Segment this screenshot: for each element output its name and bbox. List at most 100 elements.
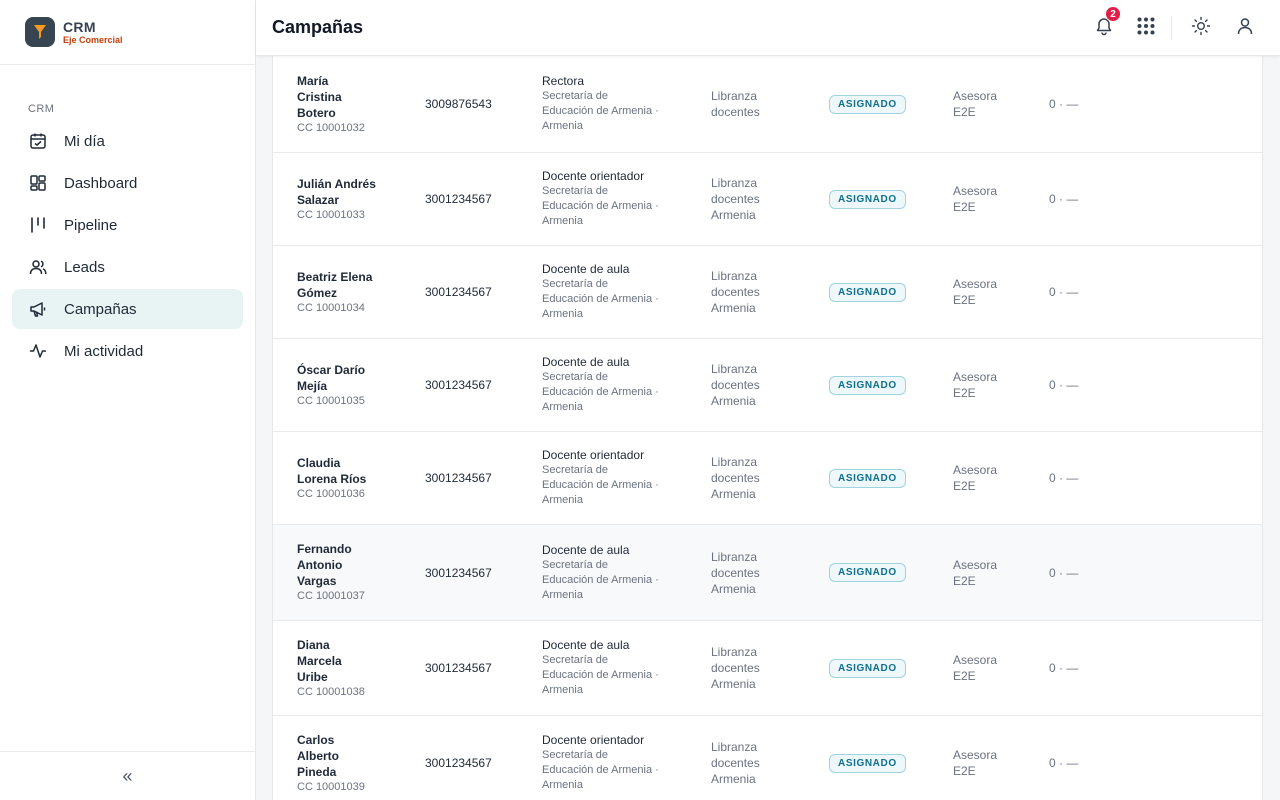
advisor-cell: Asesora E2E bbox=[953, 246, 1023, 338]
table-row[interactable]: Beatriz Elena Gómez CC 10001034 30012345… bbox=[273, 246, 1262, 339]
brand[interactable]: CRM Eje Comercial bbox=[0, 0, 255, 65]
table-row[interactable]: Óscar Darío Mejía CC 10001035 3001234567… bbox=[273, 339, 1262, 432]
lead-name-cell: Beatriz Elena Gómez CC 10001034 bbox=[297, 246, 397, 338]
activity-count-cell: 0 · — bbox=[1049, 621, 1109, 715]
activity-count-cell: 0 · — bbox=[1049, 525, 1109, 620]
organization-line: Armenia bbox=[542, 120, 583, 132]
user-icon bbox=[1235, 16, 1255, 41]
phone-number: 3001234567 bbox=[425, 285, 492, 299]
notifications-button[interactable]: 2 bbox=[1090, 6, 1121, 42]
organization-line: Educación de Armenia · bbox=[542, 293, 659, 305]
campaign-line: Libranza bbox=[711, 176, 758, 190]
calendar-check-icon bbox=[28, 131, 48, 151]
lead-id: CC 10001036 bbox=[297, 487, 365, 500]
lead-name-line: Beatriz Elena bbox=[297, 269, 373, 284]
sidebar-item-label: Mi actividad bbox=[64, 342, 144, 360]
advisor-cell: Asesora E2E bbox=[953, 56, 1023, 152]
role-title: Docente de aula bbox=[542, 262, 630, 276]
role-title: Docente orientador bbox=[542, 169, 645, 183]
role-cell: Docente de aula Secretaría de Educación … bbox=[542, 621, 682, 715]
lead-id: CC 10001035 bbox=[297, 394, 365, 407]
table-row[interactable]: Diana Marcela Uribe CC 10001038 30012345… bbox=[273, 621, 1262, 716]
lead-name-line: Salazar bbox=[297, 192, 340, 207]
activity-count: 0 · — bbox=[1049, 285, 1079, 299]
organization-line: Secretaría de bbox=[542, 185, 609, 197]
campaign-line: docentes bbox=[711, 192, 760, 206]
table-row[interactable]: Claudia Lorena Ríos CC 10001036 30012345… bbox=[273, 432, 1262, 525]
activity-count-cell: 0 · — bbox=[1049, 432, 1109, 524]
megaphone-icon bbox=[28, 299, 48, 319]
activity-count: 0 · — bbox=[1049, 192, 1079, 206]
user-menu-button[interactable] bbox=[1231, 14, 1259, 42]
activity-count-cell: 0 · — bbox=[1049, 153, 1109, 245]
advisor-line: E2E bbox=[953, 386, 976, 400]
theme-toggle-button[interactable] bbox=[1187, 14, 1215, 42]
campaign-line: Armenia bbox=[711, 394, 756, 408]
role-cell: Docente de aula Secretaría de Educación … bbox=[542, 246, 682, 338]
phone-cell: 3001234567 bbox=[425, 246, 525, 338]
organization-line: Secretaría de bbox=[542, 90, 609, 102]
role-title: Docente de aula bbox=[542, 638, 630, 652]
campaign-cell: Libranza docentes bbox=[711, 56, 801, 152]
role-cell: Docente de aula Secretaría de Educación … bbox=[542, 339, 682, 431]
role-title: Docente orientador bbox=[542, 733, 645, 747]
table-row[interactable]: Carlos Alberto Pineda CC 10001039 300123… bbox=[273, 716, 1262, 800]
advisor-line: Asesora bbox=[953, 277, 998, 291]
notification-badge: 2 bbox=[1105, 6, 1121, 22]
status-badge: ASIGNADO bbox=[829, 189, 906, 209]
sun-icon bbox=[1191, 16, 1211, 41]
table-row[interactable]: Julián Andrés Salazar CC 10001033 300123… bbox=[273, 153, 1262, 246]
activity-count: 0 · — bbox=[1049, 471, 1079, 485]
advisor-cell: Asesora E2E bbox=[953, 432, 1023, 524]
advisor-line: Asesora bbox=[953, 653, 998, 667]
organization-line: Armenia bbox=[542, 684, 583, 696]
sidebar-item-label: Mi día bbox=[64, 132, 105, 150]
status-badge: ASIGNADO bbox=[829, 94, 906, 114]
table-row[interactable]: Fernando Antonio Vargas CC 10001037 3001… bbox=[273, 525, 1262, 621]
advisor-line: E2E bbox=[953, 293, 976, 307]
campaign-line: docentes bbox=[711, 565, 760, 580]
phone-cell: 3001234567 bbox=[425, 525, 525, 620]
collapse-sidebar-button[interactable]: « bbox=[122, 766, 132, 787]
organization-line: Educación de Armenia · bbox=[542, 200, 659, 212]
sidebar-item-pipeline[interactable]: Pipeline bbox=[12, 205, 243, 245]
role-cell: Docente orientador Secretaría de Educaci… bbox=[542, 153, 682, 245]
campaign-line: Libranza bbox=[711, 362, 758, 376]
status-badge: ASIGNADO bbox=[829, 753, 906, 773]
activity-count: 0 · — bbox=[1049, 97, 1079, 111]
campaign-cell: Libranza docentes Armenia bbox=[711, 621, 801, 715]
header-separator bbox=[1171, 16, 1172, 40]
table-row[interactable]: María Cristina Botero CC 10001032 300987… bbox=[273, 56, 1262, 153]
lead-name-cell: Fernando Antonio Vargas CC 10001037 bbox=[297, 525, 397, 620]
status-badge: ASIGNADO bbox=[829, 375, 906, 395]
campaign-line: Armenia bbox=[711, 581, 756, 596]
organization-line: Secretaría de bbox=[542, 278, 609, 290]
role-title: Rectora bbox=[542, 74, 585, 88]
apps-grid-button[interactable] bbox=[1132, 14, 1160, 42]
sidebar-item-dashboard[interactable]: Dashboard bbox=[12, 163, 243, 203]
sidebar-item-leads[interactable]: Leads bbox=[12, 247, 243, 287]
campaign-cell: Libranza docentes Armenia bbox=[711, 246, 801, 338]
organization-line: Armenia bbox=[542, 215, 583, 227]
sidebar-item-campanas[interactable]: Campañas bbox=[12, 289, 243, 329]
organization-line: Educación de Armenia · bbox=[542, 479, 659, 491]
organization-line: Educación de Armenia · bbox=[542, 764, 659, 776]
phone-cell: 3001234567 bbox=[425, 339, 525, 431]
lead-name-line: Carlos bbox=[297, 732, 335, 747]
organization-line: Secretaría de bbox=[542, 654, 609, 666]
sidebar-nav: Mi día Dashboard Pipeline Leads Campañas bbox=[0, 121, 255, 371]
campaign-line: Armenia bbox=[711, 301, 756, 315]
sidebar-item-mi-dia[interactable]: Mi día bbox=[12, 121, 243, 161]
campaign-cell: Libranza docentes Armenia bbox=[711, 716, 801, 800]
page-title: Campañas bbox=[272, 17, 364, 37]
activity-pulse-icon bbox=[28, 341, 48, 361]
organization-line: Educación de Armenia · bbox=[542, 669, 659, 681]
phone-number: 3001234567 bbox=[425, 565, 492, 580]
brand-name: CRM bbox=[63, 19, 96, 35]
organization-line: Educación de Armenia · bbox=[542, 386, 659, 398]
sidebar-item-label: Campañas bbox=[64, 300, 137, 318]
sidebar-item-label: Dashboard bbox=[64, 174, 138, 192]
phone-cell: 3001234567 bbox=[425, 432, 525, 524]
organization-line: Armenia bbox=[542, 494, 583, 506]
sidebar-item-mi-actividad[interactable]: Mi actividad bbox=[12, 331, 243, 371]
